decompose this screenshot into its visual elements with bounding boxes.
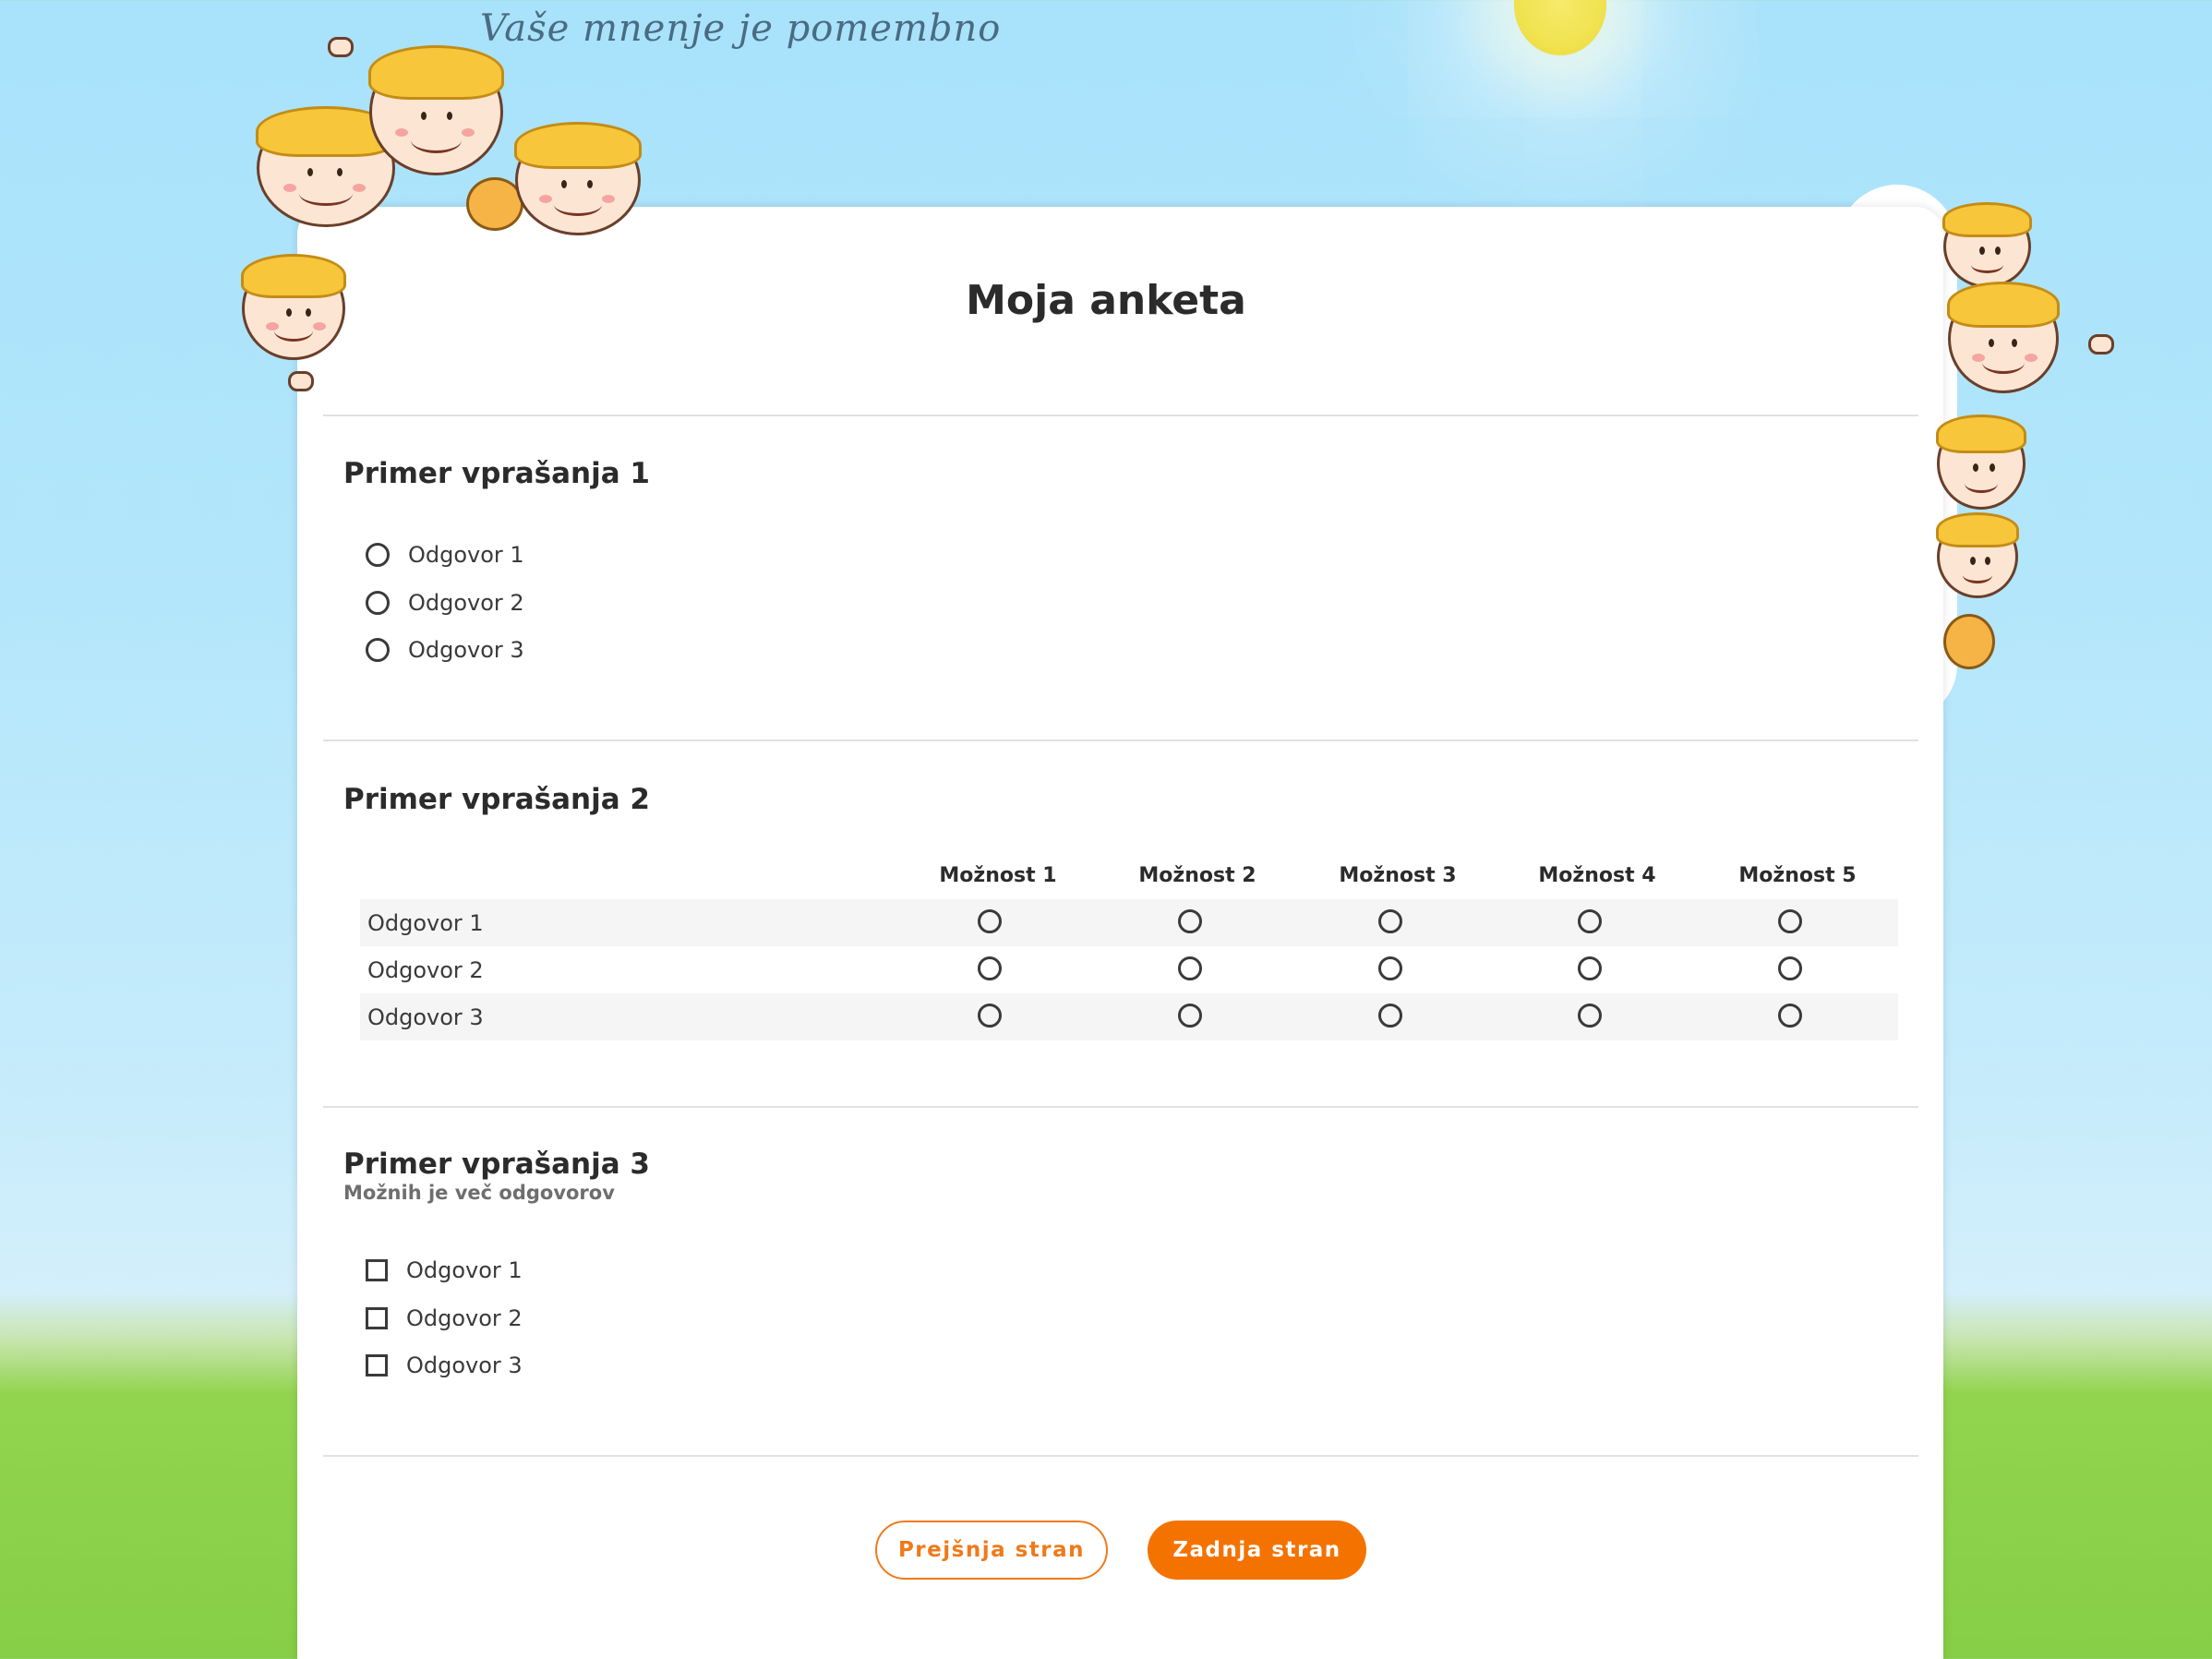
checkbox[interactable] — [366, 1354, 388, 1376]
q3-option-1[interactable]: Odgovor 1 — [366, 1257, 523, 1283]
grid-radio-button[interactable] — [1378, 956, 1402, 980]
q1-option-2[interactable]: Odgovor 2 — [366, 590, 524, 616]
hand-icon — [328, 37, 354, 57]
q1-option-label: Odgovor 1 — [408, 542, 524, 568]
q3-option-3[interactable]: Odgovor 3 — [366, 1352, 523, 1378]
grid-radio-button[interactable] — [1778, 956, 1802, 980]
question2-title: Primer vprašanja 2 — [343, 783, 650, 816]
grid-radio-button[interactable] — [1178, 956, 1202, 980]
grid-radio-button[interactable] — [1378, 909, 1402, 933]
radio-button[interactable] — [366, 591, 390, 615]
q3-option-label: Odgovor 1 — [406, 1257, 523, 1283]
grid-column-header: Možnost 1 — [939, 864, 1057, 887]
grid-row: Odgovor 2 — [360, 946, 1898, 993]
grid-radio-button[interactable] — [1778, 1004, 1802, 1028]
kid-face-icon — [1942, 202, 2032, 288]
sun-icon — [1514, 0, 1606, 55]
divider — [323, 1106, 1918, 1108]
divider — [323, 415, 1918, 416]
header-tagline: Vaše mnenje je pomembno — [480, 7, 1002, 50]
grid-radio-button[interactable] — [978, 1004, 1002, 1028]
radio-button[interactable] — [366, 638, 390, 662]
grid-row: Odgovor 3 — [360, 993, 1898, 1040]
question1-title: Primer vprašanja 1 — [343, 457, 650, 490]
kid-face-icon — [1936, 512, 2019, 598]
grid-radio-button[interactable] — [978, 909, 1002, 933]
hand-icon — [2088, 334, 2114, 355]
grid-column-header: Možnost 5 — [1738, 864, 1857, 887]
checkbox[interactable] — [366, 1259, 388, 1281]
q1-option-label: Odgovor 3 — [408, 637, 524, 663]
divider — [323, 739, 1918, 741]
q3-option-2[interactable]: Odgovor 2 — [366, 1305, 523, 1331]
grid-row-label: Odgovor 1 — [367, 909, 484, 936]
survey-title: Moja anketa — [966, 277, 1246, 324]
q3-option-label: Odgovor 3 — [406, 1352, 523, 1378]
grid-row-label: Odgovor 3 — [367, 1004, 484, 1030]
question3-title: Primer vprašanja 3 — [343, 1148, 650, 1181]
grid-radio-button[interactable] — [1578, 1004, 1602, 1028]
q3-option-label: Odgovor 2 — [406, 1305, 523, 1331]
grid-column-header: Možnost 3 — [1339, 864, 1457, 887]
kid-face-icon — [514, 122, 642, 235]
q1-option-label: Odgovor 2 — [408, 590, 524, 616]
grid-radio-button[interactable] — [1578, 956, 1602, 980]
grid-row-label: Odgovor 2 — [367, 956, 484, 983]
grid-radio-button[interactable] — [1178, 909, 1202, 933]
previous-page-button[interactable]: Prejšnja stran — [875, 1521, 1108, 1580]
hand-icon — [288, 371, 314, 391]
kid-face-icon — [1936, 415, 2026, 510]
checkbox[interactable] — [366, 1307, 388, 1329]
last-page-button[interactable]: Zadnja stran — [1148, 1521, 1366, 1580]
question3-subtitle: Možnih je več odgovorov — [343, 1182, 615, 1204]
grid-row: Odgovor 1 — [360, 899, 1898, 946]
q1-option-3[interactable]: Odgovor 3 — [366, 637, 524, 663]
q1-option-1[interactable]: Odgovor 1 — [366, 542, 524, 568]
radio-button[interactable] — [366, 543, 390, 567]
grid-radio-button[interactable] — [1378, 1004, 1402, 1028]
grid-radio-button[interactable] — [1578, 909, 1602, 933]
grid-column-header: Možnost 2 — [1138, 864, 1256, 887]
grid-column-header: Možnost 4 — [1538, 864, 1656, 887]
cat-icon — [1943, 614, 1995, 669]
kid-face-icon — [368, 45, 504, 175]
divider — [323, 1455, 1918, 1457]
grid-radio-button[interactable] — [978, 956, 1002, 980]
grid-radio-button[interactable] — [1178, 1004, 1202, 1028]
grid-radio-button[interactable] — [1778, 909, 1802, 933]
